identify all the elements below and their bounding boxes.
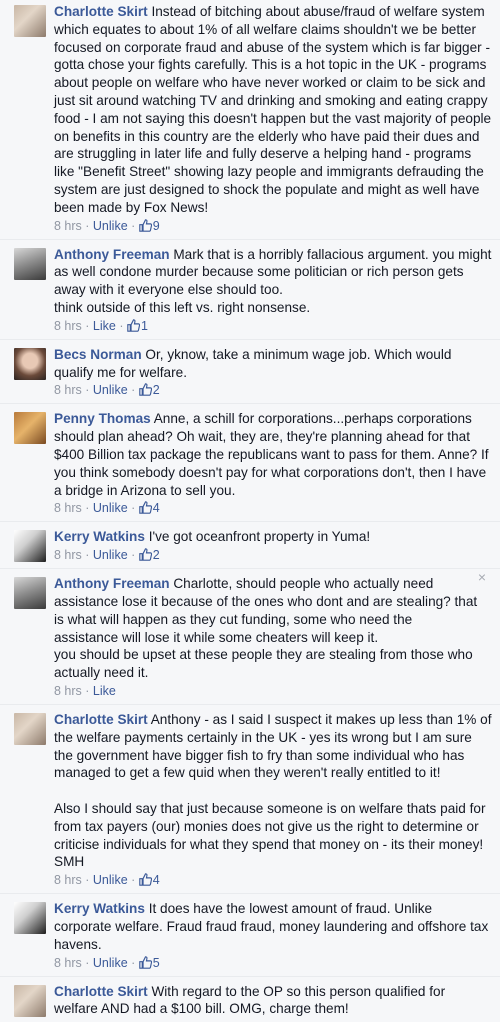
- unlike-link[interactable]: Unlike: [93, 219, 128, 233]
- avatar[interactable]: [14, 577, 46, 610]
- close-icon[interactable]: ×: [478, 569, 486, 587]
- author-name[interactable]: Charlotte Skirt: [54, 4, 148, 19]
- thumbs-up-icon: [139, 383, 152, 397]
- timestamp[interactable]: 8 hrs: [54, 501, 82, 515]
- comment-meta: 8 hrs · Like: [54, 683, 116, 698]
- author-name[interactable]: Kerry Watkins: [54, 529, 145, 544]
- comment-thread: Charlotte Skirt Instead of bitching abou…: [0, 0, 500, 1022]
- like-count[interactable]: 5: [139, 956, 160, 970]
- unlike-link[interactable]: Unlike: [93, 956, 128, 970]
- avatar[interactable]: [14, 247, 46, 280]
- unlike-link[interactable]: Unlike: [93, 548, 128, 562]
- author-name[interactable]: Penny Thomas: [54, 411, 151, 426]
- like-count[interactable]: 2: [139, 383, 160, 397]
- comment-text: Charlotte Skirt Anthony - as I said I su…: [54, 711, 492, 781]
- avatar[interactable]: [14, 984, 46, 1017]
- comment: Kerry Watkins I've got oceanfront proper…: [0, 522, 500, 570]
- like-count[interactable]: 2: [139, 548, 160, 562]
- comment: Charlotte Skirt Instead of bitching abou…: [0, 0, 500, 240]
- comment-meta: 8 hrs · Unlike · 4: [54, 501, 160, 516]
- author-name[interactable]: Anthony Freeman: [54, 247, 170, 262]
- comment-meta: 8 hrs · Unlike · 2: [54, 548, 160, 563]
- avatar[interactable]: [14, 712, 46, 745]
- author-name[interactable]: Charlotte Skirt: [54, 712, 148, 727]
- timestamp[interactable]: 8 hrs: [54, 548, 82, 562]
- thumbs-up-icon: [139, 955, 152, 969]
- thumbs-up-icon: [139, 548, 152, 561]
- comment-text: Anthony Freeman Mark that is a horribly …: [54, 246, 492, 298]
- like-count[interactable]: 9: [139, 219, 160, 233]
- author-name[interactable]: Becs Norman: [54, 347, 142, 362]
- comment-text-continued: think outside of this left vs. right non…: [54, 299, 311, 315]
- comment: Penny Thomas Anne, a schill for corporat…: [0, 404, 500, 523]
- comment-text: Charlotte Skirt With regard to the OP so…: [54, 983, 446, 1017]
- comment-meta: 8 hrs · Unlike · 2: [54, 383, 160, 398]
- avatar[interactable]: [14, 347, 46, 380]
- comment-text: Becs Norman Or, yknow, take a minimum wa…: [54, 346, 452, 380]
- comment-meta: 8 hrs · Unlike · 5: [54, 955, 160, 970]
- like-link[interactable]: Like: [93, 684, 116, 698]
- unlike-link[interactable]: Unlike: [93, 383, 128, 397]
- avatar[interactable]: [14, 530, 46, 563]
- thumbs-up-icon: [139, 218, 152, 232]
- author-name[interactable]: Kerry Watkins: [54, 901, 145, 916]
- avatar[interactable]: [14, 5, 46, 37]
- comment-meta: 8 hrs · Unlike · 4: [54, 873, 160, 888]
- comment-text: Penny Thomas Anne, a schill for corporat…: [54, 411, 489, 498]
- like-link[interactable]: Like: [93, 319, 116, 333]
- comment-text-continued: Also I should say that just because some…: [54, 801, 486, 870]
- timestamp[interactable]: 8 hrs: [54, 956, 82, 970]
- timestamp[interactable]: 8 hrs: [54, 319, 82, 333]
- author-name[interactable]: Anthony Freeman: [54, 576, 170, 591]
- comment: Anthony Freeman Charlotte, should people…: [0, 569, 500, 705]
- comment: Anthony Freeman Mark that is a horribly …: [0, 240, 500, 340]
- comment-text: Kerry Watkins I've got oceanfront proper…: [54, 529, 371, 545]
- comment-meta: 8 hrs · Like · 1: [54, 318, 148, 333]
- timestamp[interactable]: 8 hrs: [54, 383, 82, 397]
- comment: Becs Norman Or, yknow, take a minimum wa…: [0, 340, 500, 405]
- avatar[interactable]: [14, 412, 46, 445]
- unlike-link[interactable]: Unlike: [93, 501, 128, 515]
- like-count[interactable]: 4: [139, 501, 160, 515]
- timestamp[interactable]: 8 hrs: [54, 684, 82, 698]
- unlike-link[interactable]: Unlike: [93, 873, 128, 887]
- comment-text: Anthony Freeman Charlotte, should people…: [54, 576, 478, 645]
- comment-text-continued: you should be upset at these people they…: [54, 647, 473, 681]
- comment-text: Kerry Watkins It does have the lowest am…: [54, 901, 489, 952]
- timestamp[interactable]: 8 hrs: [54, 219, 82, 233]
- comment-meta: 8 hrs · Unlike · 9: [54, 218, 160, 233]
- like-count[interactable]: 1: [127, 319, 148, 333]
- like-count[interactable]: 4: [139, 873, 160, 887]
- comment: Charlotte Skirt With regard to the OP so…: [0, 977, 500, 1022]
- comment-text: Charlotte Skirt Instead of bitching abou…: [54, 4, 492, 215]
- thumbs-up-icon: [139, 873, 152, 887]
- comment: Charlotte Skirt Anthony - as I said I su…: [0, 705, 500, 895]
- avatar[interactable]: [14, 902, 46, 935]
- thumbs-up-icon: [139, 501, 152, 515]
- timestamp[interactable]: 8 hrs: [54, 873, 82, 887]
- comment: Kerry Watkins It does have the lowest am…: [0, 894, 500, 977]
- thumbs-up-icon: [127, 318, 140, 332]
